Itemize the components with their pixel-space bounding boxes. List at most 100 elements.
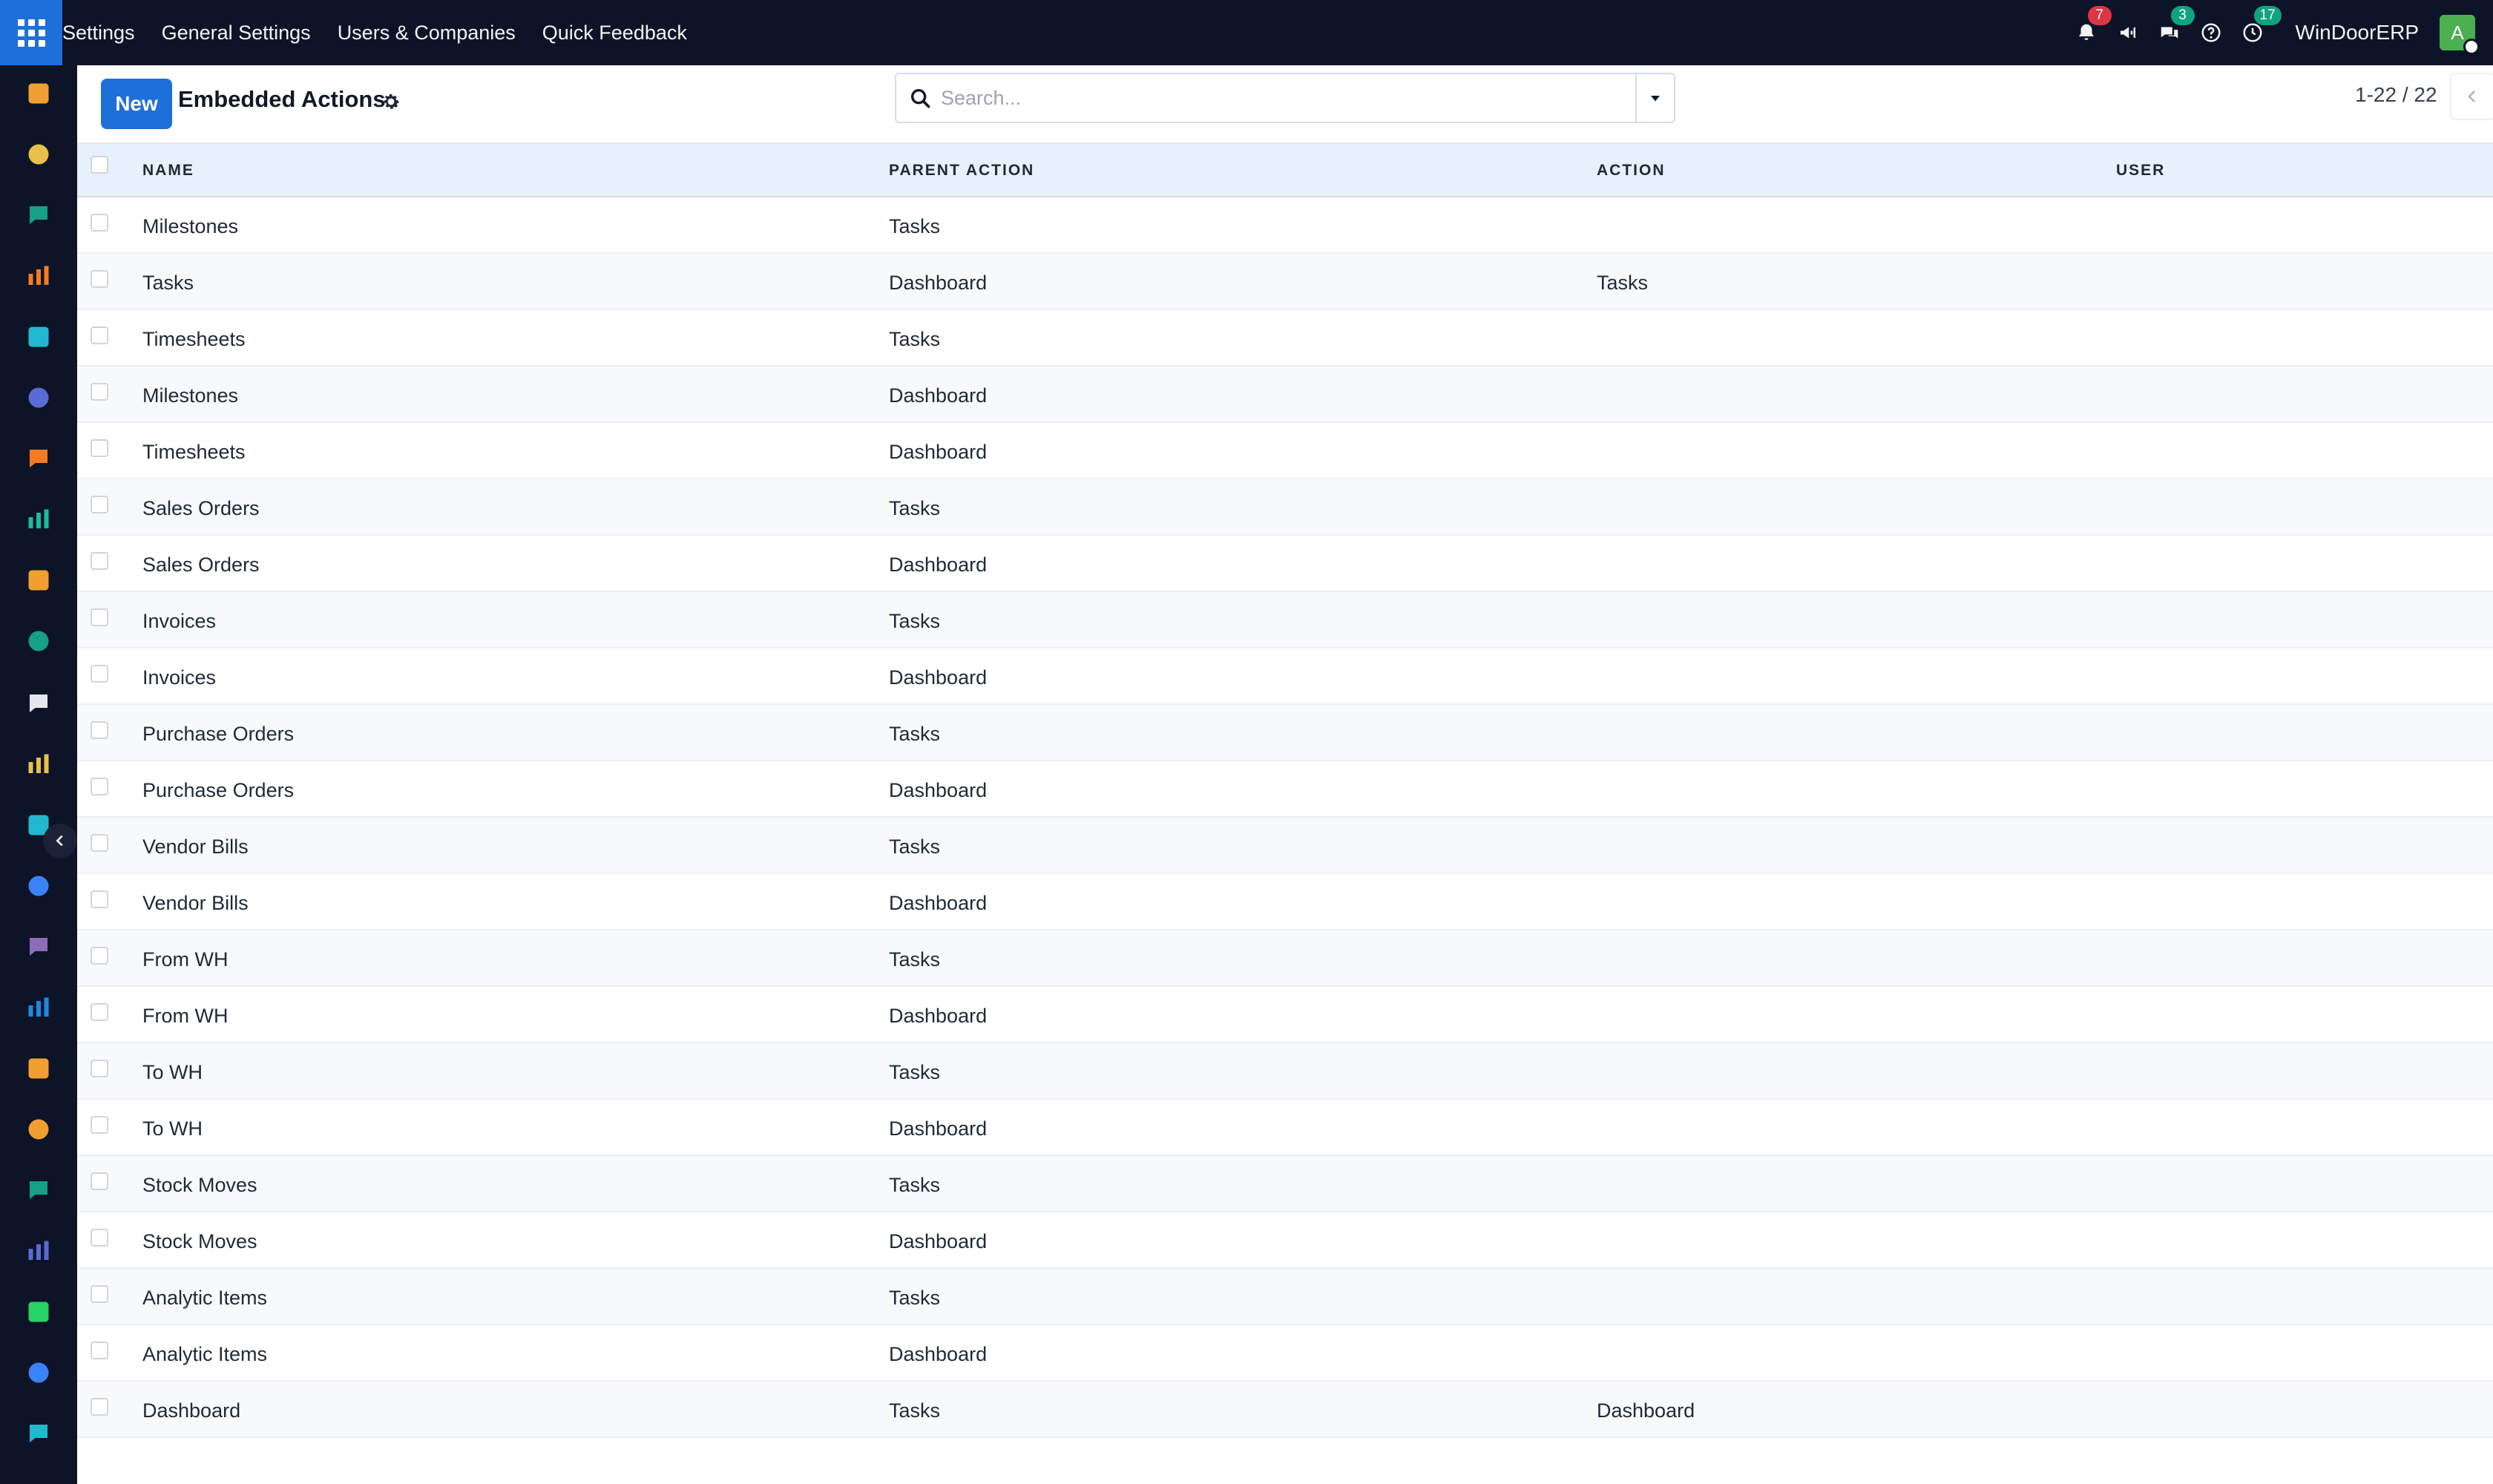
column-header-action[interactable]: ACTION	[1597, 162, 1666, 180]
row-checkbox[interactable]	[91, 665, 108, 683]
row-checkbox[interactable]	[91, 721, 108, 739]
table-row[interactable]: From WH Dashboard	[77, 987, 2493, 1043]
table-row[interactable]: Tasks Dashboard Tasks	[77, 254, 2493, 310]
row-checkbox[interactable]	[91, 1172, 108, 1190]
row-checkbox[interactable]	[91, 383, 108, 401]
row-checkbox[interactable]	[91, 1116, 108, 1134]
row-checkbox[interactable]	[91, 1060, 108, 1077]
row-checkbox[interactable]	[91, 496, 108, 513]
table-row[interactable]: Milestones Tasks	[77, 197, 2493, 254]
row-checkbox[interactable]	[91, 1398, 108, 1416]
table-row[interactable]: Timesheets Tasks	[77, 310, 2493, 367]
row-checkbox[interactable]	[91, 270, 108, 288]
notifications-button[interactable]: 7	[2066, 0, 2112, 65]
row-checkbox[interactable]	[91, 947, 108, 965]
help-icon	[2201, 23, 2221, 42]
cell-parent-action: Tasks	[889, 1061, 941, 1083]
row-checkbox[interactable]	[91, 214, 108, 232]
table-row[interactable]: Dashboard Tasks Dashboard	[77, 1382, 2493, 1438]
table-row[interactable]: Analytic Items Dashboard	[77, 1325, 2493, 1382]
gear-icon[interactable]	[380, 91, 402, 113]
timesheet-app-icon[interactable]	[25, 1359, 52, 1386]
row-checkbox[interactable]	[91, 608, 108, 626]
table-row[interactable]: Purchase Orders Tasks	[77, 705, 2493, 761]
menu-settings[interactable]: Settings	[62, 0, 148, 65]
whatsapp-app-icon[interactable]	[25, 1298, 52, 1325]
modules-app-icon[interactable]	[25, 690, 52, 717]
cell-parent-action: Tasks	[889, 948, 941, 971]
messages-button[interactable]: 3	[2149, 0, 2195, 65]
inventory-app-icon[interactable]	[25, 141, 52, 168]
contacts-app-icon[interactable]	[25, 202, 52, 229]
accounting-app-icon[interactable]	[25, 567, 52, 594]
chevron-left-icon	[56, 835, 63, 847]
purchase-app-icon[interactable]	[25, 933, 52, 960]
team-app-icon[interactable]	[25, 1055, 52, 1082]
table-row[interactable]: Vendor Bills Dashboard	[77, 874, 2493, 930]
pager-previous-button[interactable]	[2450, 73, 2493, 120]
new-button[interactable]: New	[101, 79, 172, 129]
table-row[interactable]: Timesheets Dashboard	[77, 423, 2493, 479]
cell-name: Timesheets	[142, 328, 246, 350]
activities-button[interactable]: 17	[2232, 0, 2282, 65]
row-checkbox[interactable]	[91, 778, 108, 795]
website-app-icon[interactable]	[25, 324, 52, 350]
search-input[interactable]	[941, 74, 1609, 122]
table-row[interactable]: Invoices Dashboard	[77, 649, 2493, 705]
row-checkbox[interactable]	[91, 834, 108, 852]
dashboards-app-icon[interactable]	[25, 1238, 52, 1264]
row-checkbox[interactable]	[91, 1342, 108, 1359]
calendar-app-icon[interactable]	[25, 1116, 52, 1143]
employees-app-icon[interactable]	[25, 628, 52, 654]
website-builder-app-icon[interactable]	[25, 1420, 52, 1447]
column-header-parent-action[interactable]: PARENT ACTION	[889, 162, 1034, 180]
table-row[interactable]: Milestones Dashboard	[77, 367, 2493, 423]
menu-general-settings[interactable]: General Settings	[148, 0, 324, 65]
table-row[interactable]: To WH Dashboard	[77, 1100, 2493, 1156]
company-switcher[interactable]: WinDoorERP	[2296, 21, 2419, 45]
cell-name: Vendor Bills	[142, 892, 249, 914]
table-row[interactable]: Sales Orders Dashboard	[77, 536, 2493, 592]
invoicing-app-icon[interactable]	[25, 994, 52, 1021]
user-avatar[interactable]: A	[2440, 15, 2480, 55]
table-row[interactable]: Analytic Items Tasks	[77, 1269, 2493, 1325]
column-header-user[interactable]: USER	[2116, 162, 2165, 180]
page-title[interactable]: Embedded Actions	[178, 86, 386, 113]
help-button[interactable]	[2190, 0, 2232, 65]
livechat-app-icon[interactable]	[25, 445, 52, 472]
row-checkbox[interactable]	[91, 1003, 108, 1021]
sidebar-collapse-button[interactable]	[43, 824, 77, 858]
table-row[interactable]: Vendor Bills Tasks	[77, 818, 2493, 874]
table-row[interactable]: Sales Orders Tasks	[77, 479, 2493, 536]
table-row[interactable]: Stock Moves Tasks	[77, 1156, 2493, 1212]
sales-app-icon[interactable]	[25, 80, 52, 107]
sign-app-icon[interactable]	[25, 1177, 52, 1204]
menu-quick-feedback[interactable]: Quick Feedback	[529, 0, 700, 65]
email-marketing-app-icon[interactable]	[25, 384, 52, 411]
point-of-sale-app-icon[interactable]	[25, 751, 52, 778]
table-row[interactable]: Purchase Orders Dashboard	[77, 761, 2493, 818]
row-checkbox[interactable]	[91, 326, 108, 344]
announcements-button[interactable]	[2107, 0, 2149, 65]
row-checkbox[interactable]	[91, 1229, 108, 1247]
discuss-app-icon[interactable]	[25, 263, 52, 289]
row-checkbox[interactable]	[91, 552, 108, 570]
cell-name: Stock Moves	[142, 1174, 257, 1196]
activities-badge: 17	[2253, 6, 2282, 25]
table-row[interactable]: From WH Tasks	[77, 930, 2493, 987]
row-checkbox[interactable]	[91, 1285, 108, 1303]
menu-users-companies[interactable]: Users & Companies	[324, 0, 529, 65]
row-checkbox[interactable]	[91, 439, 108, 457]
apps-sidebar	[0, 65, 77, 1484]
knowledge-app-icon[interactable]	[25, 873, 52, 899]
select-all-checkbox[interactable]	[91, 156, 108, 174]
pager-value[interactable]: 1-22 / 22	[2355, 83, 2437, 107]
apps-menu-button[interactable]	[0, 0, 62, 65]
column-header-name[interactable]: NAME	[142, 162, 194, 180]
table-row[interactable]: To WH Tasks	[77, 1043, 2493, 1100]
search-options-toggle[interactable]	[1635, 74, 1674, 122]
row-checkbox[interactable]	[91, 890, 108, 908]
table-row[interactable]: Stock Moves Dashboard	[77, 1212, 2493, 1269]
crm-app-icon[interactable]	[25, 506, 52, 533]
table-row[interactable]: Invoices Tasks	[77, 592, 2493, 649]
